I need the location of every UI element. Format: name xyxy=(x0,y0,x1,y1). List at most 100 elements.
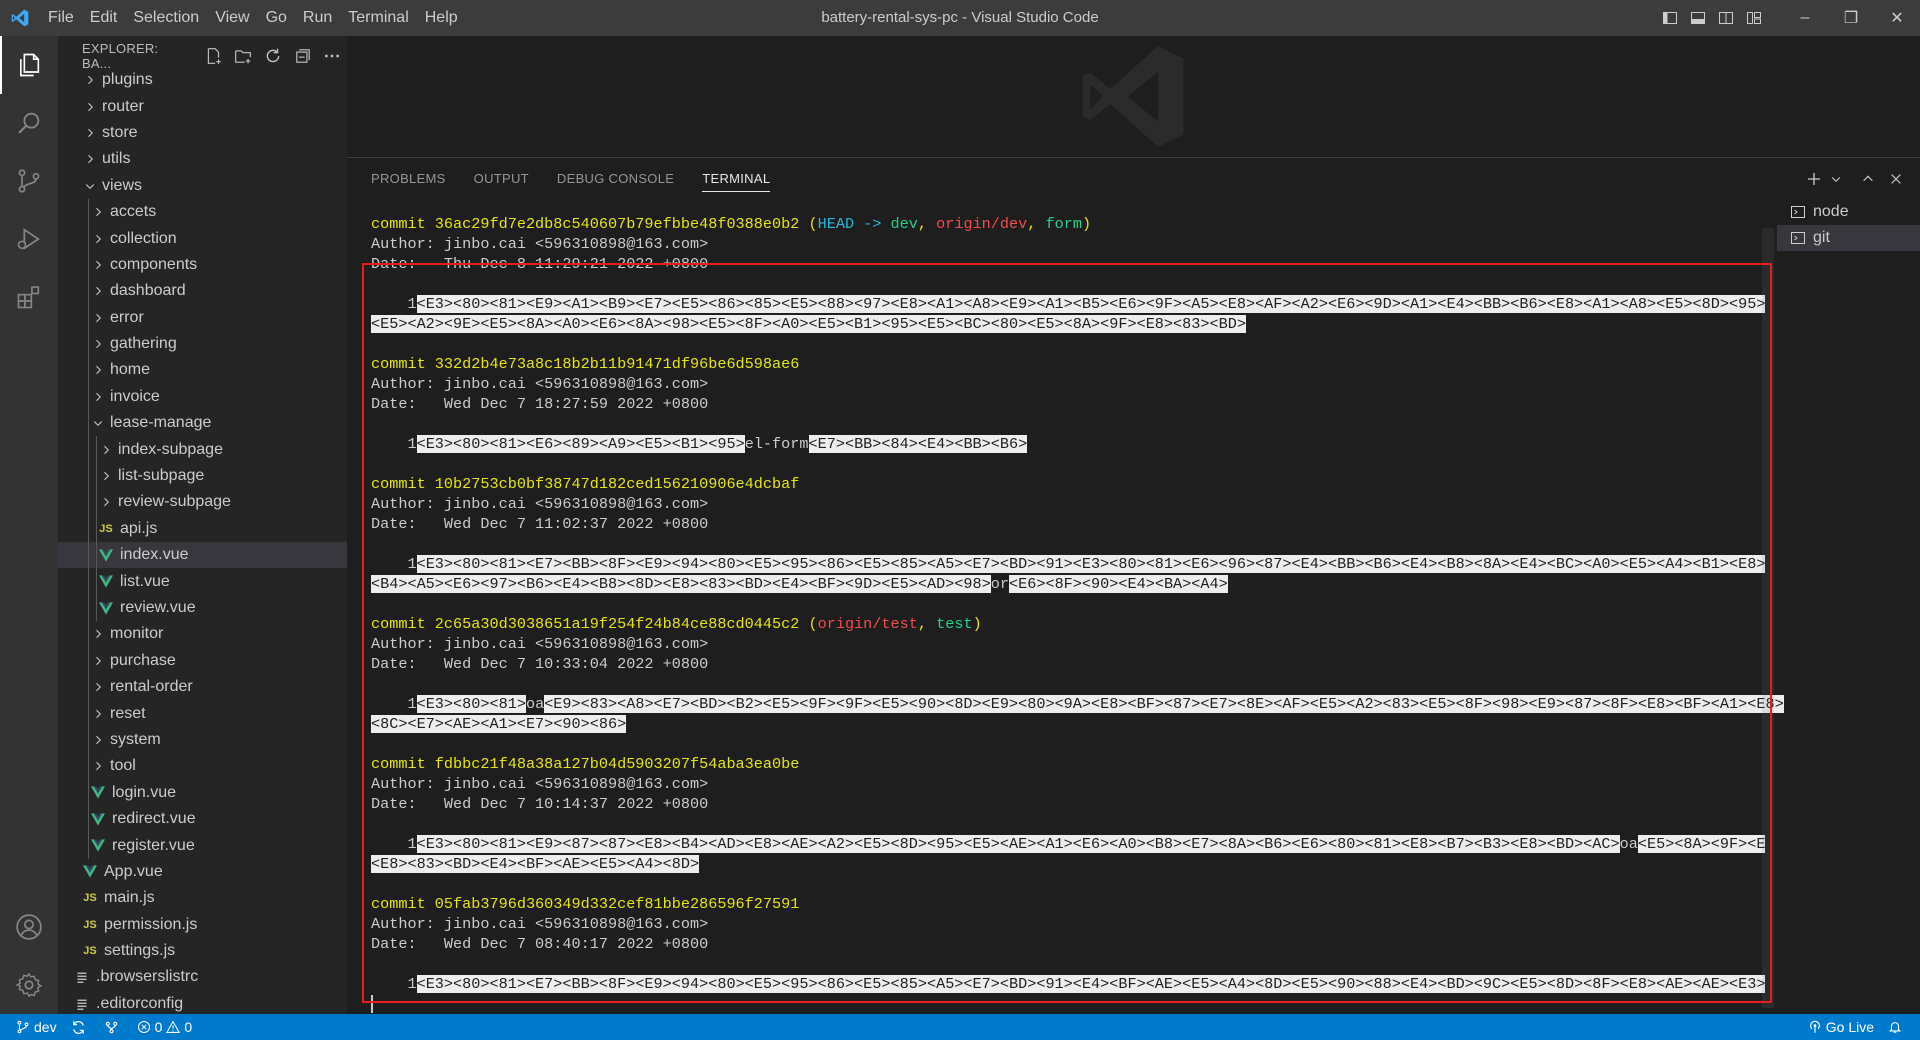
tab-terminal[interactable]: TERMINAL xyxy=(702,158,771,200)
search-icon[interactable] xyxy=(0,94,58,152)
terminal-instance-git[interactable]: git xyxy=(1777,225,1920,251)
branch-status[interactable]: dev xyxy=(16,1019,57,1035)
tree-item-label: utils xyxy=(102,150,131,168)
tree-folder-monitor[interactable]: monitor xyxy=(58,621,347,648)
tree-file-redirect-vue[interactable]: redirect.vue xyxy=(58,805,347,833)
notifications-bell-icon[interactable] xyxy=(1888,1020,1906,1034)
chevron-right-icon xyxy=(98,494,114,510)
extensions-icon[interactable] xyxy=(0,268,58,326)
indent-guide xyxy=(88,832,89,859)
menu-run[interactable]: Run xyxy=(295,0,340,36)
more-actions-icon[interactable] xyxy=(321,45,343,67)
git-branch-icon xyxy=(17,1020,29,1034)
tree-file-review-vue[interactable]: review.vue xyxy=(58,594,347,622)
indent-guide xyxy=(88,726,89,754)
tab-output[interactable]: OUTPUT xyxy=(474,158,529,200)
menu-view[interactable]: View xyxy=(207,0,257,36)
sync-status[interactable] xyxy=(71,1020,90,1035)
new-folder-icon[interactable] xyxy=(233,45,255,67)
menu-go[interactable]: Go xyxy=(258,0,295,36)
tree-folder-error[interactable]: error xyxy=(58,304,347,331)
tree-file-main-js[interactable]: JS main.js xyxy=(58,885,347,911)
tree-folder-plugins[interactable]: plugins xyxy=(58,67,347,93)
collapse-all-icon[interactable] xyxy=(292,45,314,67)
tree-folder-invoice[interactable]: invoice xyxy=(58,383,347,411)
tree-file-index-vue[interactable]: index.vue xyxy=(58,542,347,569)
explorer-icon[interactable] xyxy=(0,36,58,94)
menu-help[interactable]: Help xyxy=(417,0,466,36)
tree-file-permission-js[interactable]: JS permission.js xyxy=(58,912,347,938)
tab-debug-console[interactable]: DEBUG CONSOLE xyxy=(557,158,674,200)
tree-folder-index-subpage[interactable]: index-subpage xyxy=(58,436,347,463)
accounts-icon[interactable] xyxy=(0,898,58,956)
restore-button[interactable]: ❐ xyxy=(1828,0,1874,36)
tree-folder-dashboard[interactable]: dashboard xyxy=(58,278,347,305)
tree-file-list-vue[interactable]: list.vue xyxy=(58,568,347,595)
tree-folder-lease-manage[interactable]: lease-manage xyxy=(58,410,347,437)
tab-problems[interactable]: PROBLEMS xyxy=(371,158,446,200)
menu-terminal[interactable]: Terminal xyxy=(340,0,416,36)
tree-folder-gathering[interactable]: gathering xyxy=(58,330,347,358)
terminal-scrollbar[interactable] xyxy=(1762,228,1774,1008)
go-live-label: Go Live xyxy=(1825,1019,1874,1035)
tree-folder-utils[interactable]: utils xyxy=(58,146,347,172)
tree-file-settings-js[interactable]: JS settings.js xyxy=(58,938,347,964)
close-window-button[interactable]: ✕ xyxy=(1874,0,1920,36)
tree-file-api-js[interactable]: JS api.js xyxy=(58,515,347,543)
close-panel-icon[interactable] xyxy=(1882,165,1910,193)
tree-item-label: store xyxy=(102,123,138,141)
tree-file-App-vue[interactable]: App.vue xyxy=(58,859,347,885)
terminal-text: 1 xyxy=(371,555,417,573)
problems-status[interactable]: 0 0 xyxy=(137,1019,192,1035)
menu-file[interactable]: File xyxy=(40,0,82,36)
toggle-panel-icon[interactable] xyxy=(1687,0,1709,36)
indent-guide xyxy=(88,225,89,252)
tree-folder-purchase[interactable]: purchase xyxy=(58,647,347,674)
tree-folder-accets[interactable]: accets xyxy=(58,198,347,226)
terminal-instance-node[interactable]: node xyxy=(1777,199,1920,225)
tree-folder-review-subpage[interactable]: review-subpage xyxy=(58,489,347,516)
toggle-primary-sidebar-icon[interactable] xyxy=(1659,0,1681,36)
toggle-secondary-sidebar-icon[interactable] xyxy=(1715,0,1737,36)
run-and-debug-icon[interactable] xyxy=(0,210,58,268)
tree-folder-list-subpage[interactable]: list-subpage xyxy=(58,462,347,490)
new-file-icon[interactable] xyxy=(203,45,225,67)
maximize-panel-chevron-up-icon[interactable] xyxy=(1854,165,1882,193)
source-control-icon[interactable] xyxy=(0,152,58,210)
tree-item-label: purchase xyxy=(110,651,176,669)
terminal-text: commit 05fab3796d360349d332cef81bbe28659… xyxy=(371,895,800,913)
tree-folder-views[interactable]: views xyxy=(58,173,347,199)
manage-gear-icon[interactable] xyxy=(0,956,58,1014)
customize-layout-icon[interactable] xyxy=(1743,0,1765,36)
tree-file--editorconfig[interactable]: .editorconfig xyxy=(58,991,347,1014)
tree-folder-reset[interactable]: reset xyxy=(58,700,347,727)
menu-selection[interactable]: Selection xyxy=(125,0,207,36)
tree-folder-router[interactable]: router xyxy=(58,93,347,119)
terminal-dropdown-chevron-icon[interactable] xyxy=(1828,165,1844,193)
indent-guide xyxy=(88,489,89,516)
terminal-line: Author: jinbo.cai <596310898@163.com> xyxy=(371,914,1761,934)
tree-file-register-vue[interactable]: register.vue xyxy=(58,832,347,859)
minimize-button[interactable]: – xyxy=(1782,0,1828,36)
tree-folder-collection[interactable]: collection xyxy=(58,225,347,252)
tree-folder-components[interactable]: components xyxy=(58,251,347,279)
go-live-button[interactable]: Go Live xyxy=(1808,1019,1874,1035)
tree-file-login-vue[interactable]: login.vue xyxy=(58,779,347,806)
refresh-icon[interactable] xyxy=(262,45,284,67)
git-graph-status[interactable] xyxy=(104,1020,123,1035)
vscode-watermark-icon xyxy=(1072,36,1194,162)
tree-file--browserslistrc[interactable]: .browserslistrc xyxy=(58,964,347,990)
tree-folder-system[interactable]: system xyxy=(58,726,347,754)
tree-item-label: router xyxy=(102,97,144,115)
new-terminal-plus-icon[interactable] xyxy=(1800,165,1828,193)
tree-folder-rental-order[interactable]: rental-order xyxy=(58,673,347,701)
terminal-line: <8C><E7><AE><A1><E7><90><86> xyxy=(371,714,1761,734)
tree-folder-home[interactable]: home xyxy=(58,357,347,384)
menu-edit[interactable]: Edit xyxy=(82,0,126,36)
terminal-output[interactable]: commit 36ac29fd7e2db8c540607b79efbbe48f0… xyxy=(371,214,1784,1014)
chevron-right-icon xyxy=(90,336,106,352)
chevron-right-icon xyxy=(90,626,106,642)
tree-folder-store[interactable]: store xyxy=(58,120,347,146)
tree-folder-tool[interactable]: tool xyxy=(58,753,347,780)
